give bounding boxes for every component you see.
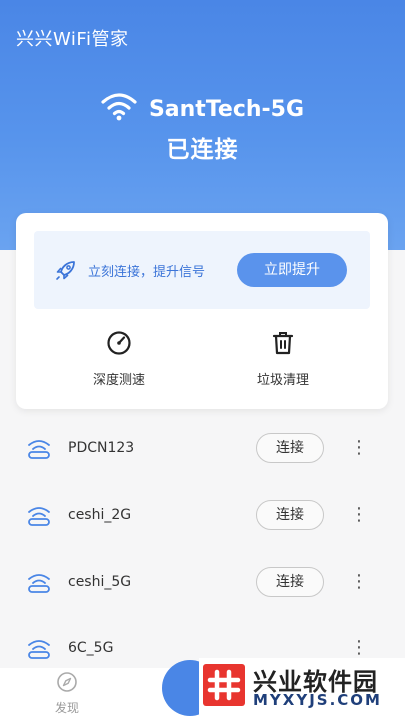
trash-icon bbox=[223, 329, 343, 357]
list-item[interactable]: ceshi_5G 连接 ⋮ bbox=[0, 549, 405, 615]
connect-button[interactable]: 连接 bbox=[256, 567, 324, 597]
speed-test-button[interactable]: 深度测速 bbox=[59, 329, 179, 388]
network-name: 6C_5G bbox=[68, 640, 114, 656]
network-name: PDCN123 bbox=[68, 440, 135, 456]
junk-clean-label: 垃圾清理 bbox=[256, 373, 309, 388]
boost-text: 立刻连接，提升信号 bbox=[88, 265, 206, 280]
nav-discover[interactable]: 发现 bbox=[50, 671, 84, 716]
rocket-icon bbox=[54, 258, 78, 286]
speedometer-icon bbox=[59, 329, 179, 357]
wifi-network-icon bbox=[27, 505, 51, 531]
boost-banner[interactable]: 立刻连接，提升信号 立即提升 bbox=[34, 231, 370, 309]
tools-card: 立刻连接，提升信号 立即提升 深度测速 垃圾清理 bbox=[16, 213, 388, 409]
junk-clean-button[interactable]: 垃圾清理 bbox=[223, 329, 343, 388]
wifi-network-icon bbox=[27, 638, 51, 664]
watermark-url: MYXYJS.COM bbox=[253, 691, 382, 709]
wifi-icon bbox=[101, 92, 137, 126]
connection-status: 已连接 bbox=[166, 137, 239, 163]
more-options-icon[interactable]: ⋮ bbox=[350, 435, 368, 461]
wifi-network-icon bbox=[27, 572, 51, 598]
compass-icon bbox=[56, 672, 78, 697]
list-item[interactable]: ceshi_2G 连接 ⋮ bbox=[0, 482, 405, 548]
watermark-logo-icon bbox=[203, 664, 245, 706]
network-name: ceshi_2G bbox=[68, 507, 132, 523]
list-item[interactable]: PDCN123 连接 ⋮ bbox=[0, 415, 405, 481]
app-title: 兴兴WiFi管家 bbox=[16, 29, 129, 50]
network-ssid: SantTech-5G bbox=[148, 96, 305, 122]
connect-button[interactable]: 连接 bbox=[256, 433, 324, 463]
more-options-icon[interactable]: ⋮ bbox=[350, 569, 368, 595]
wifi-network-icon bbox=[27, 438, 51, 464]
network-name: ceshi_5G bbox=[68, 574, 132, 590]
boost-button[interactable]: 立即提升 bbox=[237, 253, 347, 287]
speed-test-label: 深度测速 bbox=[92, 373, 145, 388]
connect-button[interactable]: 连接 bbox=[256, 500, 324, 530]
nav-discover-label: 发现 bbox=[54, 701, 79, 715]
more-options-icon[interactable]: ⋮ bbox=[350, 502, 368, 528]
watermark: 兴业软件园 MYXYJS.COM bbox=[199, 658, 405, 720]
connection-info: SantTech-5G bbox=[0, 92, 405, 126]
